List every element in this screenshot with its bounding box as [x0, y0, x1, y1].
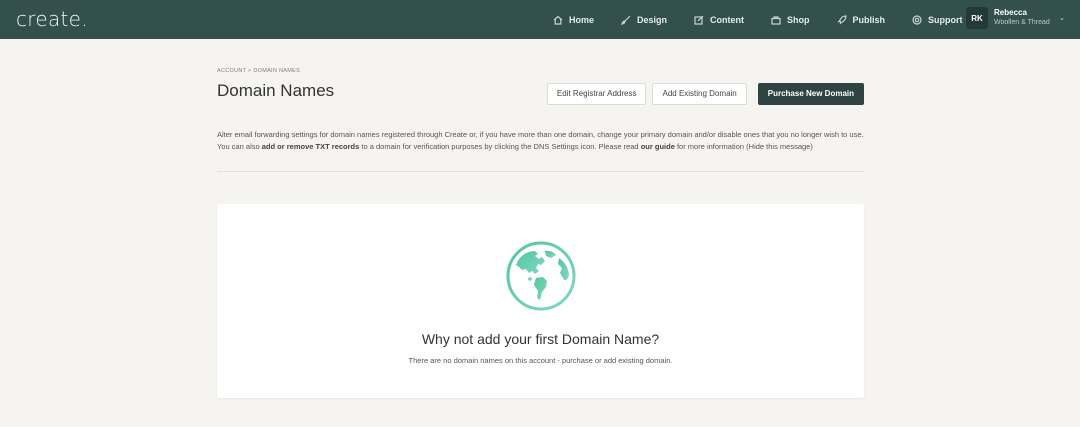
page-title-row: Domain Names Edit Registrar Address Add … — [217, 81, 864, 107]
hide-message-link[interactable]: (Hide this message) — [746, 142, 813, 151]
main-nav: Home Design Content Shop Publish Support — [553, 0, 990, 39]
user-info: Rebecca Woollen & Thread — [994, 8, 1050, 28]
info-message: Alter email forwarding settings for doma… — [217, 129, 864, 153]
info-text: for more information — [674, 142, 747, 151]
add-existing-domain-button[interactable]: Add Existing Domain — [652, 82, 747, 105]
nav-home[interactable]: Home — [553, 15, 594, 25]
create-logo[interactable]: create. — [16, 7, 88, 31]
purchase-new-domain-button[interactable]: Purchase New Domain — [757, 82, 864, 105]
chevron-down-icon[interactable]: ⌄ — [1059, 14, 1065, 22]
avatar[interactable]: RK — [966, 7, 988, 29]
guide-link[interactable]: our guide — [641, 142, 675, 151]
nav-support-label: Support — [928, 14, 963, 25]
nav-home-label: Home — [569, 14, 595, 25]
user-name: Rebecca — [994, 8, 1027, 17]
user-menu[interactable]: RK Rebecca Woollen & Thread ⌄ — [966, 7, 1065, 29]
shop-icon — [771, 15, 781, 25]
nav-publish[interactable]: Publish — [837, 14, 886, 25]
breadcrumb[interactable]: ACCOUNT > DOMAIN NAMES — [217, 68, 864, 74]
rocket-icon — [837, 14, 847, 24]
nav-content[interactable]: Content — [694, 15, 744, 25]
brush-icon — [621, 15, 631, 25]
edit-icon — [694, 15, 704, 25]
top-navigation-bar: create. Home Design Content Shop Publish… — [0, 0, 1080, 39]
info-bold-text: add or remove TXT records — [261, 142, 360, 151]
empty-state-card: Why not add your first Domain Name? Ther… — [217, 204, 864, 398]
user-site-name: Woollen & Thread — [994, 19, 1050, 26]
nav-design-label: Design — [637, 14, 668, 25]
nav-support[interactable]: Support — [912, 15, 963, 25]
empty-state-title: Why not add your first Domain Name? — [421, 331, 660, 347]
home-icon — [553, 15, 563, 25]
nav-publish-label: Publish — [852, 14, 886, 25]
page-content: ACCOUNT > DOMAIN NAMES Domain Names Edit… — [217, 68, 864, 172]
info-text: You can also — [217, 142, 262, 151]
nav-shop[interactable]: Shop — [771, 15, 810, 25]
page-title: Domain Names — [217, 81, 335, 100]
page-actions: Edit Registrar Address Add Existing Doma… — [546, 82, 864, 105]
info-text: to a domain for verification purposes by… — [359, 142, 641, 151]
divider — [217, 171, 864, 172]
nav-shop-label: Shop — [787, 14, 810, 25]
edit-registrar-address-button[interactable]: Edit Registrar Address — [546, 82, 647, 105]
info-line-1: Alter email forwarding settings for doma… — [217, 130, 864, 139]
nav-content-label: Content — [710, 14, 745, 25]
nav-design[interactable]: Design — [621, 15, 667, 25]
support-icon — [912, 14, 922, 25]
info-line-2: You can also add or remove TXT records t… — [217, 141, 864, 153]
globe-icon — [506, 241, 576, 311]
empty-state-subtitle: There are no domain names on this accoun… — [408, 356, 673, 365]
